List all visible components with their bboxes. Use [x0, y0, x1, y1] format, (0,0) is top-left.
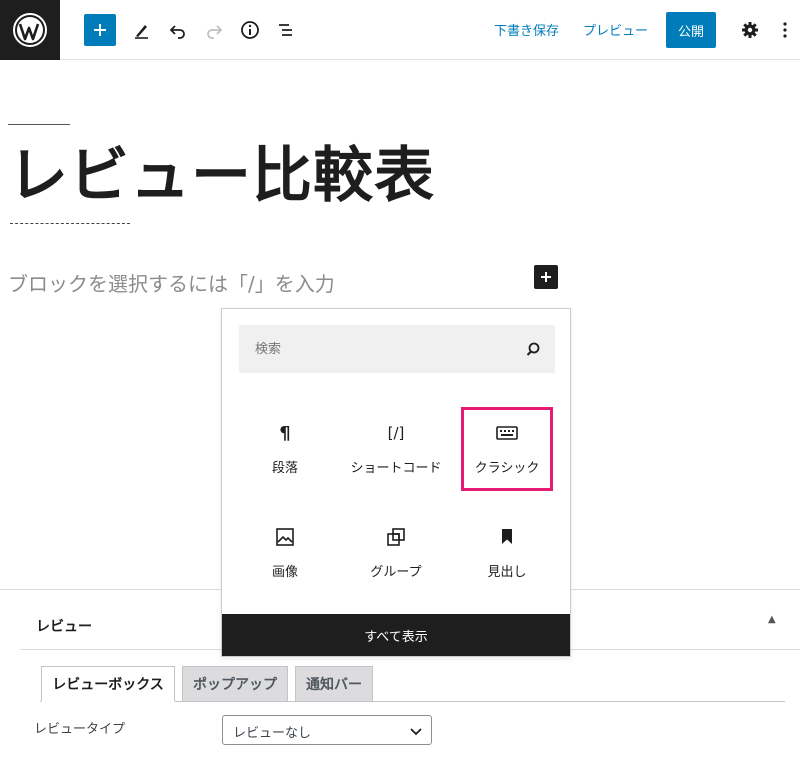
bookmark-icon	[500, 525, 514, 549]
details-button[interactable]	[234, 14, 266, 46]
tools-button[interactable]	[126, 14, 158, 46]
chevron-down-icon	[410, 728, 422, 736]
block-label: 見出し	[487, 565, 527, 580]
more-vertical-icon	[783, 22, 787, 38]
search-input[interactable]	[239, 325, 509, 373]
title-underline	[10, 223, 130, 224]
preview-button[interactable]: プレビュー	[583, 20, 648, 39]
collapse-toggle-icon[interactable]: ▲	[768, 614, 776, 625]
metabox-title: レビュー	[36, 619, 92, 635]
settings-button[interactable]	[734, 14, 766, 46]
paragraph-icon: ¶	[279, 422, 291, 444]
tab-review-box[interactable]: レビューボックス	[41, 666, 175, 702]
block-label: 段落	[271, 461, 298, 476]
block-inserter-popover: ¶ 段落 [/] ショートコード クラシック 画像	[221, 308, 571, 657]
block-label: ショートコード	[350, 461, 442, 476]
review-type-select[interactable]: レビューなし	[222, 715, 432, 745]
classic-block-highlight	[461, 407, 553, 491]
search-icon	[526, 342, 540, 356]
pencil-icon	[135, 25, 148, 39]
plus-icon	[94, 24, 106, 36]
title-separator	[8, 124, 70, 125]
info-icon	[241, 21, 259, 39]
block-group[interactable]: グループ	[346, 513, 446, 593]
block-shortcode[interactable]: [/] ショートコード	[346, 409, 446, 489]
tab-popup[interactable]: ポップアップ	[182, 666, 288, 702]
shortcode-icon: [/]	[387, 424, 405, 442]
list-view-icon	[279, 24, 292, 36]
block-paragraph[interactable]: ¶ 段落	[235, 409, 335, 489]
publish-button[interactable]: 公開	[666, 12, 716, 48]
block-label: グループ	[370, 565, 422, 580]
show-all-button[interactable]: すべて表示	[222, 614, 570, 656]
editor-toolbar: 下書き保存 プレビュー 公開	[0, 0, 800, 60]
review-type-label: レビュータイプ	[34, 722, 126, 737]
block-heading[interactable]: 見出し	[457, 513, 557, 593]
list-view-button[interactable]	[270, 14, 302, 46]
undo-icon	[169, 25, 185, 39]
undo-button[interactable]	[162, 14, 194, 46]
select-value: レビューなし	[233, 726, 312, 741]
group-icon	[386, 525, 406, 549]
redo-button[interactable]	[198, 14, 230, 46]
block-image[interactable]: 画像	[235, 513, 335, 593]
inline-add-block-button[interactable]	[534, 265, 558, 289]
add-block-button[interactable]	[84, 14, 116, 46]
tab-notification-bar[interactable]: 通知バー	[295, 666, 373, 702]
post-title[interactable]: レビュー比較表	[8, 138, 435, 214]
image-icon	[275, 525, 295, 549]
inserter-search	[239, 325, 555, 373]
gear-icon	[742, 22, 758, 38]
block-label: 画像	[271, 565, 298, 580]
block-placeholder[interactable]: ブロックを選択するには「/」を入力	[8, 268, 335, 297]
save-draft-button[interactable]: 下書き保存	[494, 20, 559, 39]
wordpress-logo-icon[interactable]	[0, 0, 60, 60]
plus-icon	[541, 272, 551, 282]
redo-icon	[207, 25, 223, 39]
more-options-button[interactable]	[770, 14, 800, 46]
